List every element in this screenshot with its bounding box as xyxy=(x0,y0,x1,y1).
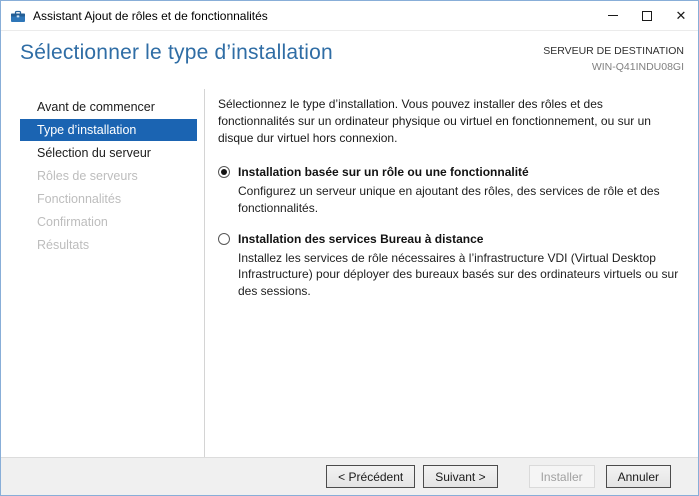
sidebar-item-type-installation[interactable]: Type d’installation xyxy=(20,119,197,141)
close-button[interactable]: ✕ xyxy=(664,1,698,30)
close-icon: ✕ xyxy=(675,8,687,23)
destination-server-label: SERVEUR DE DESTINATION xyxy=(543,45,684,57)
maximize-icon xyxy=(642,10,652,21)
page-title: Sélectionner le type d’installation xyxy=(20,41,333,64)
minimize-button[interactable] xyxy=(596,1,630,30)
wizard-window: { "titlebar": { "title": "Assistant Ajou… xyxy=(0,0,699,496)
destination-server-name: WIN-Q41INDU08GI xyxy=(591,60,684,73)
previous-button[interactable]: < Précédent xyxy=(326,465,416,488)
cancel-button[interactable]: Annuler xyxy=(605,465,671,488)
option-role-based-label[interactable]: Installation basée sur un rôle ou une fo… xyxy=(238,164,682,181)
main-panel: Sélectionnez le type d’installation. Vou… xyxy=(205,89,698,457)
sidebar-item-confirmation: Confirmation xyxy=(37,215,108,229)
sidebar-item-roles-de-serveurs: Rôles de serveurs xyxy=(37,169,138,183)
minimize-icon xyxy=(608,15,618,16)
maximize-button[interactable] xyxy=(630,1,664,30)
window-controls: ✕ xyxy=(596,1,698,30)
sidebar-item-resultats: Résultats xyxy=(37,238,90,252)
wizard-content: Avant de commencer Type d’installation S… xyxy=(1,89,698,457)
option-remote-desktop-description: Installez les services de rôle nécessair… xyxy=(238,250,679,299)
titlebar: Assistant Ajout de rôles et de fonctionn… xyxy=(1,1,698,31)
intro-text: Sélectionnez le type d’installation. Vou… xyxy=(218,97,651,145)
sidebar-item-avant-de-commencer[interactable]: Avant de commencer xyxy=(20,96,197,118)
option-body: Installation basée sur un rôle ou une fo… xyxy=(238,164,682,216)
option-remote-desktop-install[interactable]: Installation des services Bureau à dista… xyxy=(218,231,682,300)
install-button: Installer xyxy=(528,465,595,488)
wizard-header: Sélectionner le type d’installation SERV… xyxy=(1,31,698,89)
wizard-footer: < Précédent Suivant > Installer Annuler xyxy=(1,457,698,495)
option-remote-desktop-label[interactable]: Installation des services Bureau à dista… xyxy=(238,231,682,248)
window-title: Assistant Ajout de rôles et de fonctionn… xyxy=(33,8,268,23)
destination-server-block: SERVEUR DE DESTINATION WIN-Q41INDU08GI xyxy=(543,41,684,76)
option-role-based-description: Configurez un serveur unique en ajoutant… xyxy=(238,184,660,215)
radio-remote-desktop-install[interactable] xyxy=(218,232,230,245)
wizard-toolbox-icon xyxy=(10,8,26,24)
option-body: Installation des services Bureau à dista… xyxy=(238,231,682,300)
radio-role-based-install[interactable] xyxy=(218,166,230,179)
sidebar-item-fonctionnalites: Fonctionnalités xyxy=(37,192,122,206)
sidebar-item-selection-du-serveur[interactable]: Sélection du serveur xyxy=(20,142,197,164)
option-role-based-install[interactable]: Installation basée sur un rôle ou une fo… xyxy=(218,164,682,216)
next-button[interactable]: Suivant > xyxy=(423,465,498,488)
wizard-steps-sidebar: Avant de commencer Type d’installation S… xyxy=(1,89,205,457)
